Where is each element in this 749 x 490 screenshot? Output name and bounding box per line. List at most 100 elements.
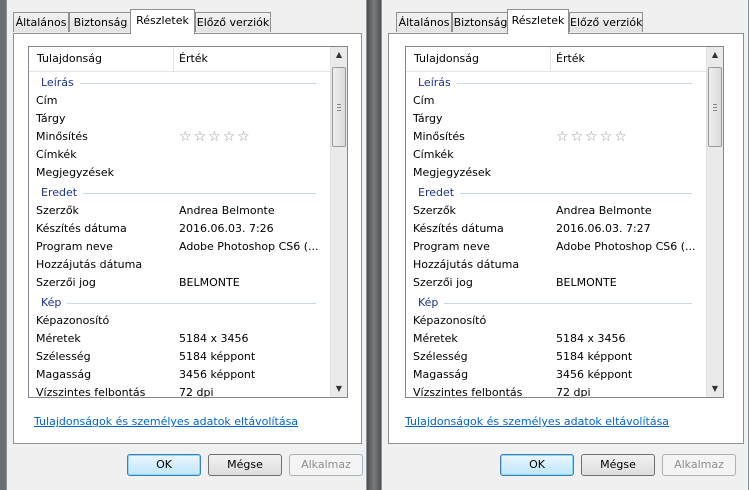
property-name: Szerzők	[413, 204, 456, 217]
property-list[interactable]: Tulajdonság Érték Leírás Cím Tárgy Minősíté…	[28, 46, 348, 398]
desktop-background-middle	[367, 0, 381, 490]
property-value: 5184 x 3456	[179, 332, 249, 345]
group-divider-line	[460, 193, 692, 194]
ok-button[interactable]: OK	[500, 454, 574, 476]
empty-star-icon[interactable]: ☆	[585, 129, 598, 145]
column-header-value[interactable]: Érték	[556, 52, 585, 65]
vertical-scrollbar[interactable]: ▲ ▼	[330, 47, 347, 397]
property-row[interactable]: Program neve Adobe Photoshop CS6 (...	[29, 238, 330, 256]
cancel-button[interactable]: Mégse	[208, 454, 282, 476]
column-divider[interactable]	[550, 47, 551, 71]
group-label: Leírás	[418, 76, 451, 89]
ok-button[interactable]: OK	[127, 454, 201, 476]
tab-general[interactable]: Általános	[396, 12, 452, 32]
scrollbar-thumb[interactable]	[708, 67, 722, 147]
property-row[interactable]: Címkék	[406, 146, 706, 164]
apply-button[interactable]: Alkalmaz	[289, 454, 363, 476]
empty-star-icon[interactable]: ☆	[614, 129, 627, 145]
property-name: Minősítés	[36, 130, 88, 143]
property-name: Tárgy	[413, 112, 443, 125]
tab-previous-versions[interactable]: Előző verziók	[569, 12, 643, 32]
cancel-button[interactable]: Mégse	[581, 454, 655, 476]
property-name: Szerzők	[36, 204, 79, 217]
property-row[interactable]: Képazonosító	[29, 312, 330, 330]
property-row[interactable]: Tárgy	[29, 110, 330, 128]
tab-details[interactable]: Részletek	[130, 9, 195, 34]
property-name: Hozzájutás dátuma	[413, 258, 520, 271]
property-row[interactable]: Címkék	[29, 146, 330, 164]
property-row[interactable]: Szélesség 5184 képpont	[406, 348, 706, 366]
tab-security[interactable]: Biztonság	[69, 12, 132, 32]
property-row[interactable]: Megjegyzések	[29, 164, 330, 182]
tab-details[interactable]: Részletek	[507, 9, 569, 34]
group-header: Eredet	[29, 182, 330, 202]
empty-star-icon[interactable]: ☆	[556, 129, 569, 145]
property-row[interactable]: Minősítés ☆ ☆ ☆ ☆ ☆	[29, 128, 330, 146]
grip-line	[337, 110, 341, 111]
group-divider-line	[457, 83, 692, 84]
remove-properties-link[interactable]: Tulajdonságok és személyes adatok eltávo…	[34, 415, 298, 428]
empty-star-icon[interactable]: ☆	[237, 129, 250, 145]
property-row[interactable]: Szerzők Andrea Belmonte	[406, 202, 706, 220]
property-row[interactable]: Vízszintes felbontás 72 dpi	[29, 384, 330, 397]
property-name: Készítés dátuma	[36, 222, 127, 235]
property-row[interactable]: Program neve Adobe Photoshop CS6 (...	[406, 238, 706, 256]
column-divider[interactable]	[173, 47, 174, 71]
property-row[interactable]: Hozzájutás dátuma	[29, 256, 330, 274]
property-name: Magasság	[36, 368, 92, 381]
arrow-down-icon[interactable]: ▼	[331, 381, 347, 397]
column-header-property[interactable]: Tulajdonság	[414, 52, 479, 65]
empty-star-icon[interactable]: ☆	[223, 129, 236, 145]
arrow-up-icon[interactable]: ▲	[707, 47, 723, 63]
property-row[interactable]: Szerzők Andrea Belmonte	[29, 202, 330, 220]
column-header-value[interactable]: Érték	[179, 52, 208, 65]
property-name: Szerzői jog	[413, 276, 473, 289]
arrow-down-icon[interactable]: ▼	[707, 381, 723, 397]
property-row[interactable]: Minősítés ☆ ☆ ☆ ☆ ☆	[406, 128, 706, 146]
property-value: Adobe Photoshop CS6 (...	[556, 240, 696, 253]
rating-stars[interactable]: ☆ ☆ ☆ ☆ ☆	[556, 129, 629, 145]
column-header-property[interactable]: Tulajdonság	[37, 52, 102, 65]
empty-star-icon[interactable]: ☆	[571, 129, 584, 145]
arrow-up-icon[interactable]: ▲	[331, 47, 347, 63]
scrollbar-thumb[interactable]	[332, 67, 346, 147]
group-label: Eredet	[41, 186, 78, 199]
remove-properties-link[interactable]: Tulajdonságok és személyes adatok eltávo…	[405, 415, 669, 428]
empty-star-icon[interactable]: ☆	[179, 129, 192, 145]
group-label: Kép	[418, 296, 439, 309]
property-row[interactable]: Méretek 5184 x 3456	[406, 330, 706, 348]
property-row[interactable]: Képazonosító	[406, 312, 706, 330]
property-value: 72 dpi	[556, 386, 591, 397]
property-row[interactable]: Szerzői jog BELMONTE	[29, 274, 330, 292]
empty-star-icon[interactable]: ☆	[208, 129, 221, 145]
property-row[interactable]: Készítés dátuma 2016.06.03. 7:26	[29, 220, 330, 238]
property-row[interactable]: Szerzői jog BELMONTE	[406, 274, 706, 292]
tab-security[interactable]: Biztonság	[452, 12, 509, 32]
rating-stars[interactable]: ☆ ☆ ☆ ☆ ☆	[179, 129, 252, 145]
property-row[interactable]: Megjegyzések	[406, 164, 706, 182]
vertical-scrollbar[interactable]: ▲ ▼	[706, 47, 723, 397]
property-value: Adobe Photoshop CS6 (...	[179, 240, 319, 253]
property-list[interactable]: Tulajdonság Érték Leírás Cím Tárgy Minősíté…	[405, 46, 724, 398]
property-name: Képazonosító	[36, 314, 110, 327]
property-row[interactable]: Készítés dátuma 2016.06.03. 7:27	[406, 220, 706, 238]
tab-previous-versions[interactable]: Előző verziók	[195, 12, 271, 32]
apply-button[interactable]: Alkalmaz	[662, 454, 736, 476]
property-name: Képazonosító	[413, 314, 487, 327]
empty-star-icon[interactable]: ☆	[194, 129, 207, 145]
property-row[interactable]: Cím	[29, 92, 330, 110]
property-rows: Leírás Cím Tárgy Minősítés ☆ ☆ ☆ ☆ ☆ Címkék Megjeg…	[406, 72, 706, 397]
tab-general[interactable]: Általános	[13, 12, 69, 32]
property-name: Magasság	[413, 368, 469, 381]
properties-dialog-left: Általános Biztonság Részletek Előző verz…	[6, 0, 367, 490]
property-row[interactable]: Magasság 3456 képpont	[29, 366, 330, 384]
property-row[interactable]: Tárgy	[406, 110, 706, 128]
property-row[interactable]: Vízszintes felbontás 72 dpi	[406, 384, 706, 397]
property-value: 3456 képpont	[556, 368, 633, 381]
property-row[interactable]: Szélesség 5184 képpont	[29, 348, 330, 366]
property-row[interactable]: Cím	[406, 92, 706, 110]
property-row[interactable]: Magasság 3456 képpont	[406, 366, 706, 384]
property-row[interactable]: Hozzájutás dátuma	[406, 256, 706, 274]
property-row[interactable]: Méretek 5184 x 3456	[29, 330, 330, 348]
empty-star-icon[interactable]: ☆	[600, 129, 613, 145]
